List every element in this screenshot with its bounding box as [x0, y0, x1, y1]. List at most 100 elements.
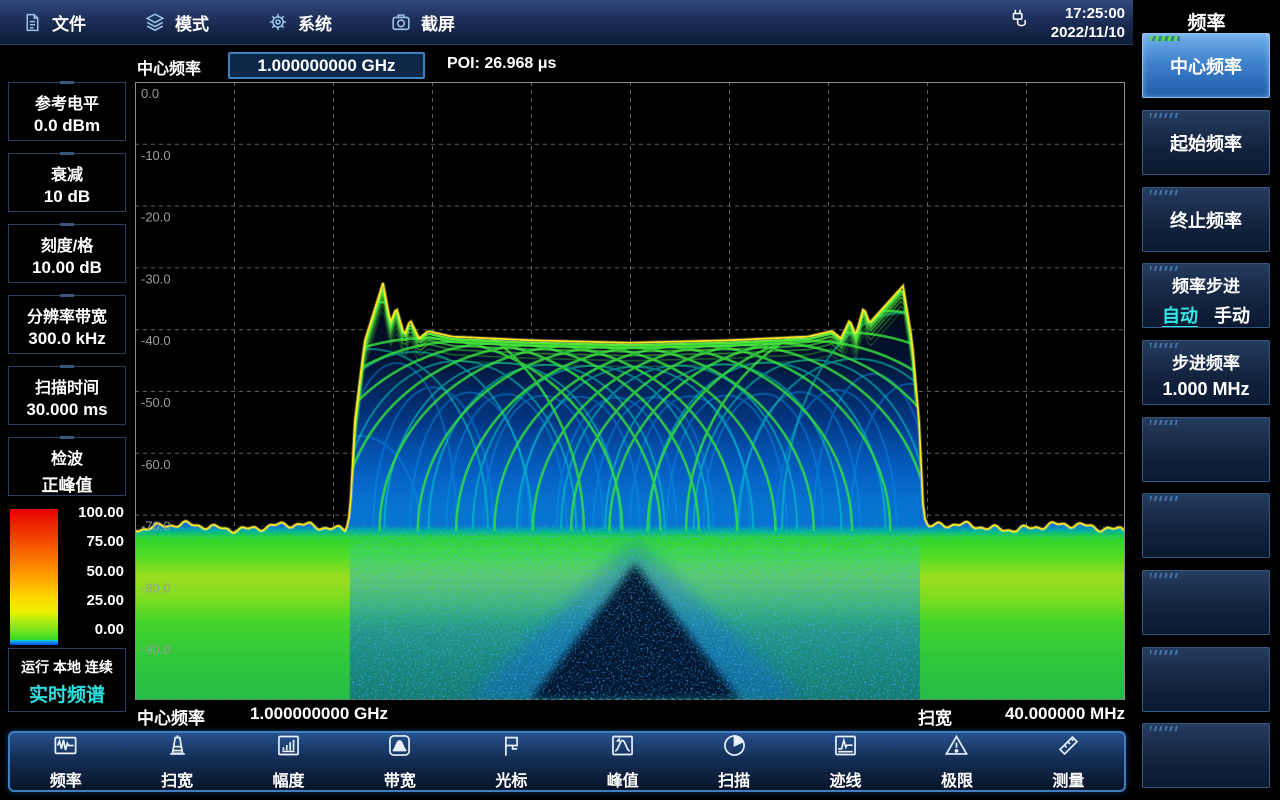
svg-text:-30.0: -30.0: [141, 271, 171, 286]
span-icon: [164, 732, 191, 764]
softkey-empty-4[interactable]: [1142, 647, 1270, 712]
toolbar-label: 极限: [940, 773, 973, 790]
status-span-value: 40.000000 MHz: [1004, 704, 1125, 723]
param-label: 扫描时间: [34, 380, 99, 397]
toolbar-label: 带宽: [383, 773, 416, 790]
scale-label: 25.00: [86, 591, 124, 609]
freq-softkey-panel: 频率 中心频率 起始频率 终止频率 频率步进 自动 手动 步进频率 1.000 …: [1133, 0, 1280, 800]
ruler-icon: [1055, 732, 1082, 764]
toolbar-bandwidth[interactable]: 带宽: [344, 733, 455, 790]
status-center-freq-value: 1.000000000 GHz: [250, 704, 388, 723]
toolbar-trace[interactable]: 迹线: [790, 733, 901, 790]
param-notch: [60, 365, 74, 368]
spectrum-analyzer-app: 文件 模式 系统 截屏 17:25:00 2022/11/10 频率 中心频率 …: [0, 0, 1280, 800]
softkey-notch: [1150, 573, 1180, 578]
softkey-value: 1.000 MHz: [1162, 379, 1250, 399]
freq-panel-title: 频率: [1187, 13, 1226, 34]
toolbar-marker[interactable]: 光标: [456, 733, 567, 790]
param-attenuation[interactable]: 衰减 10 dB: [8, 152, 126, 212]
softkey-label: 终止频率: [1170, 210, 1242, 231]
marker-flag-icon: [498, 732, 525, 764]
center-freq-input[interactable]: 1.000000000 GHz: [228, 52, 425, 79]
param-rbw[interactable]: 分辨率带宽 300.0 kHz: [8, 294, 126, 354]
param-label: 衰减: [50, 167, 83, 184]
file-icon: [22, 12, 43, 33]
softkey-step-freq[interactable]: 步进频率 1.000 MHz: [1142, 340, 1270, 405]
power-plug-icon: [1005, 5, 1035, 40]
sweep-icon: [721, 732, 748, 764]
peak-icon: [609, 732, 636, 764]
toolbar-span[interactable]: 扫宽: [121, 733, 232, 790]
param-notch: [60, 223, 74, 226]
param-value: 10.00 dB: [32, 258, 102, 277]
poi-readout: POI: 26.968 μs: [447, 55, 557, 72]
clock-date: 2022/11/10: [1050, 23, 1125, 41]
softkey-notch: [1150, 343, 1180, 348]
softkey-notch: [1150, 36, 1180, 41]
toolbar-label: 测量: [1052, 773, 1085, 790]
menu-mode-label: 模式: [175, 14, 209, 34]
option-auto[interactable]: 自动: [1162, 302, 1198, 328]
softkey-label: 起始频率: [1170, 133, 1242, 154]
param-label: 分辨率带宽: [26, 309, 107, 326]
toolbar-sweep[interactable]: 扫描: [678, 733, 789, 790]
scale-label: 100.00: [78, 504, 124, 521]
run-status-text: 运行 本地 连续: [21, 659, 113, 675]
scale-label: 75.00: [86, 533, 124, 551]
softkey-freq-step[interactable]: 频率步进 自动 手动: [1142, 263, 1270, 328]
top-menu-bar: 文件 模式 系统 截屏 17:25:00 2022/11/10: [0, 0, 1133, 45]
softkey-empty-5[interactable]: [1142, 723, 1270, 788]
softkey-start-freq[interactable]: 起始频率: [1142, 110, 1270, 175]
menu-file-label: 文件: [52, 14, 86, 34]
softkey-empty-3[interactable]: [1142, 570, 1270, 635]
menu-screenshot-label: 截屏: [421, 14, 455, 34]
toolbar-limit[interactable]: 极限: [901, 733, 1012, 790]
clock-time: 17:25:00: [1064, 4, 1125, 22]
toolbar-measure[interactable]: 测量: [1013, 733, 1124, 790]
softkey-center-freq[interactable]: 中心频率: [1142, 33, 1270, 98]
param-value: 300.0 kHz: [28, 329, 106, 348]
param-detector[interactable]: 检波 正峰值: [8, 436, 126, 496]
param-sweep-time[interactable]: 扫描时间 30.000 ms: [8, 365, 126, 425]
density-scale-labels: 100.00 75.00 50.00 25.00 0.00: [60, 504, 124, 638]
param-ref-level[interactable]: 参考电平 0.0 dBm: [8, 81, 126, 141]
toolbar-amplitude[interactable]: 幅度: [233, 733, 344, 790]
softkey-notch: [1150, 190, 1180, 195]
param-notch: [60, 81, 74, 84]
menu-file[interactable]: 文件: [22, 10, 86, 35]
svg-text:-90.0: -90.0: [141, 642, 171, 657]
softkey-stop-freq[interactable]: 终止频率: [1142, 187, 1270, 252]
toolbar-label: 光标: [495, 773, 528, 790]
softkey-label: 中心频率: [1170, 56, 1242, 77]
center-freq-label: 中心频率: [137, 61, 202, 78]
freq-icon: [52, 732, 79, 764]
toolbar-label: 扫描: [718, 773, 751, 790]
toolbar-label: 峰值: [606, 773, 639, 790]
param-label: 刻度/格: [40, 238, 94, 255]
analyzer-mode-text: 实时频谱: [28, 685, 105, 706]
svg-text:-10.0: -10.0: [141, 148, 171, 163]
toolbar-label: 频率: [49, 773, 82, 790]
amplitude-icon: [275, 732, 302, 764]
camera-icon: [390, 11, 412, 33]
toolbar-peak[interactable]: 峰值: [567, 733, 678, 790]
menu-screenshot[interactable]: 截屏: [390, 10, 455, 35]
toolbar-label: 扫宽: [161, 773, 194, 790]
toolbar-label: 幅度: [272, 773, 305, 790]
softkey-notch: [1150, 496, 1180, 501]
scale-label: 0.00: [94, 621, 124, 638]
param-notch: [60, 436, 74, 439]
param-label: 参考电平: [34, 96, 99, 113]
param-scale-div[interactable]: 刻度/格 10.00 dB: [8, 223, 126, 283]
toolbar-frequency[interactable]: 频率: [10, 733, 121, 790]
menu-mode[interactable]: 模式: [144, 10, 209, 35]
density-color-scale: [10, 509, 58, 640]
svg-text:-60.0: -60.0: [141, 457, 171, 472]
softkey-empty-1[interactable]: [1142, 417, 1270, 482]
density-color-scale-min: [10, 640, 58, 645]
run-status-box: 运行 本地 连续 实时频谱: [8, 648, 126, 712]
menu-system[interactable]: 系统: [267, 10, 332, 35]
option-manual[interactable]: 手动: [1214, 302, 1250, 328]
softkey-empty-2[interactable]: [1142, 493, 1270, 558]
softkey-notch: [1150, 420, 1180, 425]
